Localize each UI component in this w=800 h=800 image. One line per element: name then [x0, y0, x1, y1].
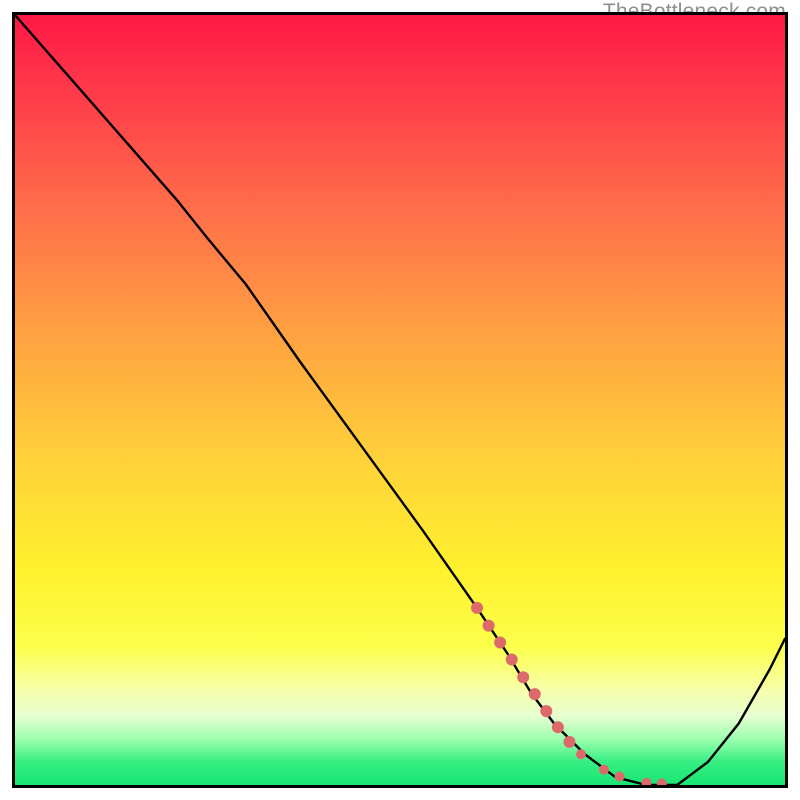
highlight-dot: [641, 778, 651, 785]
curve-svg: [15, 15, 785, 785]
plot-area: [12, 12, 788, 788]
highlight-dot: [563, 736, 575, 748]
highlight-dots: [471, 602, 667, 785]
highlight-dot: [552, 721, 564, 733]
highlight-dot: [540, 705, 552, 717]
highlight-dot: [657, 779, 667, 786]
highlight-dot: [494, 637, 506, 649]
highlight-dot: [599, 765, 609, 775]
highlight-dot: [483, 620, 495, 632]
highlight-dot: [529, 688, 541, 700]
highlight-dot: [615, 772, 625, 782]
highlight-dot: [471, 602, 483, 614]
highlight-dot: [517, 671, 529, 683]
chart-frame: TheBottleneck.com: [0, 0, 800, 800]
bottleneck-curve: [15, 15, 785, 785]
highlight-dot: [506, 654, 518, 666]
highlight-dot: [576, 749, 586, 759]
